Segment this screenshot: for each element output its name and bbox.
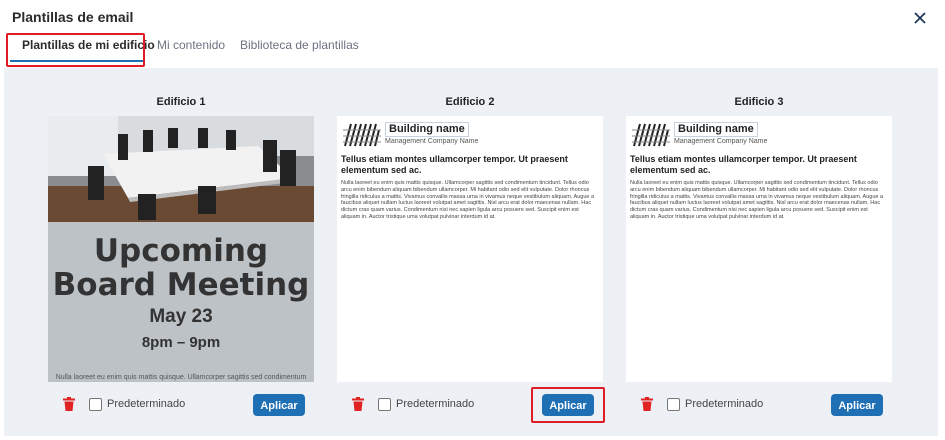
newsletter-company: Management Company Name <box>385 138 479 145</box>
close-icon[interactable] <box>912 10 928 26</box>
apply-button-3[interactable]: Aplicar <box>831 394 883 416</box>
card-title-1: Edificio 1 <box>156 96 206 108</box>
card-title-3: Edificio 3 <box>734 96 784 108</box>
trash-icon[interactable] <box>63 397 75 411</box>
template-preview-3[interactable]: Building name Management Company Name Te… <box>626 116 892 382</box>
newsletter-body: Nulla laoreet eu enim quis mattis quisqu… <box>341 180 595 220</box>
poster-line-1: Upcoming <box>93 233 269 269</box>
newsletter-company: Management Company Name <box>674 138 768 145</box>
default-checkbox-label-1: Predeterminado <box>107 398 186 410</box>
building-logo-icon <box>632 122 670 148</box>
tab-mi-contenido[interactable]: Mi contenido <box>157 38 225 52</box>
tab-biblioteca[interactable]: Biblioteca de plantillas <box>240 38 359 52</box>
dialog-title: Plantillas de email <box>12 9 134 25</box>
default-checkbox-label-3: Predeterminado <box>685 398 764 410</box>
trash-icon[interactable] <box>352 397 364 411</box>
building-logo-icon <box>343 122 381 148</box>
template-preview-1[interactable]: Upcoming Board Meeting May 23 8pm – 9pm … <box>48 116 314 382</box>
highlight-box-apply <box>531 387 605 423</box>
poster-time: 8pm – 9pm <box>141 334 221 351</box>
highlight-box-tab <box>6 33 145 67</box>
template-preview-2[interactable]: Building name Management Company Name Te… <box>337 116 603 382</box>
trash-icon[interactable] <box>641 397 653 411</box>
newsletter-headline: Tellus etiam montes ullamcorper tempor. … <box>630 154 857 175</box>
default-checkbox-label-2: Predeterminado <box>396 398 475 410</box>
meeting-room-photo <box>48 116 314 222</box>
newsletter-building-name: Building name <box>385 122 469 137</box>
newsletter-building-name: Building name <box>674 122 758 137</box>
default-checkbox-2[interactable] <box>378 398 391 411</box>
poster-date: May 23 <box>149 306 213 327</box>
default-checkbox-1[interactable] <box>89 398 102 411</box>
board-meeting-poster: Upcoming Board Meeting May 23 8pm – 9pm … <box>48 222 314 382</box>
default-checkbox-3[interactable] <box>667 398 680 411</box>
card-title-2: Edificio 2 <box>445 96 495 108</box>
newsletter-headline: Tellus etiam montes ullamcorper tempor. … <box>341 154 568 175</box>
newsletter-body: Nulla laoreet eu enim quis mattis quisqu… <box>630 180 884 220</box>
poster-footer-text: Nulla laoreet eu enim quis mattis quisqu… <box>55 374 307 381</box>
poster-line-2: Board Meeting <box>52 267 310 303</box>
apply-button-1[interactable]: Aplicar <box>253 394 305 416</box>
